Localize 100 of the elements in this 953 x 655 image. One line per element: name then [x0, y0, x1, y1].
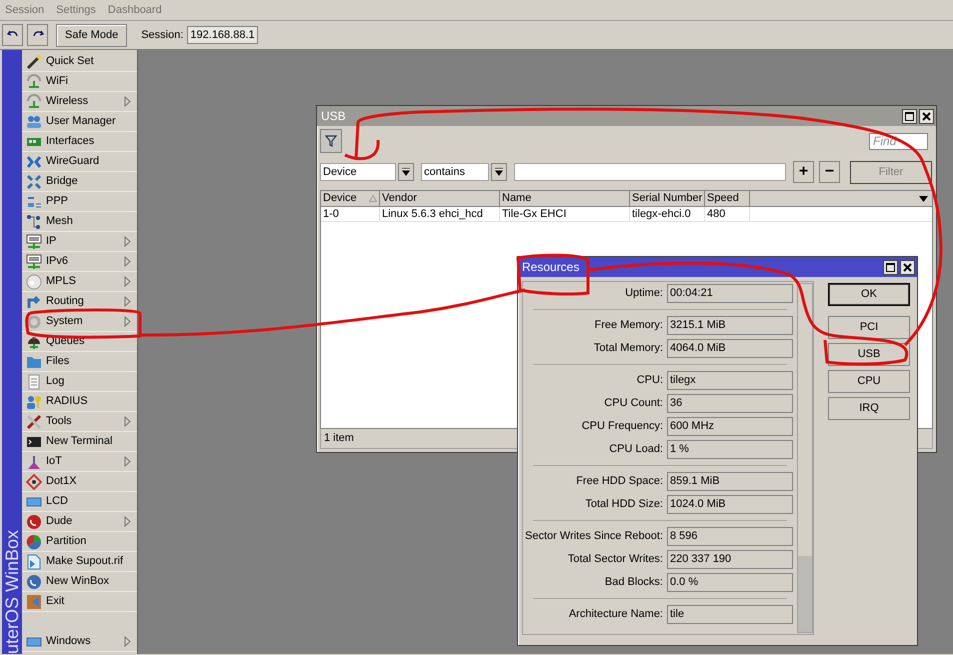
users-icon	[26, 114, 42, 130]
sidebar-item[interactable]: Interfaces	[22, 132, 137, 152]
value-field: 859.1 MiB	[667, 472, 793, 491]
user-key-icon	[26, 394, 42, 410]
antenna-icon	[26, 454, 42, 470]
field-label: CPU Count:	[603, 396, 663, 412]
sidebar-item[interactable]: User Manager	[22, 112, 137, 132]
sidebar-item[interactable]: Partition	[22, 532, 137, 552]
arrows-icon	[26, 174, 42, 190]
sidebar-item[interactable]: New Terminal	[22, 432, 137, 452]
target-icon	[26, 474, 42, 490]
maximize-icon	[905, 112, 914, 120]
field-label: Free HDD Space:	[575, 474, 663, 490]
sidebar-item[interactable]: Routing	[22, 292, 137, 312]
antenna-icon	[26, 74, 42, 90]
sidebar-item[interactable]: System	[22, 312, 137, 332]
value-field: 600 MHz	[667, 417, 793, 436]
safe-mode-button[interactable]: Safe Mode	[56, 24, 128, 46]
file-icon	[26, 554, 42, 570]
close-button[interactable]	[900, 260, 915, 274]
sidebar-item[interactable]: Bridge	[22, 172, 137, 192]
sidebar-item[interactable]: IPv6	[22, 252, 137, 272]
dialog-button[interactable]: USB	[828, 343, 910, 366]
sidebar-item[interactable]: MPLS	[22, 272, 137, 292]
value-field: 36	[667, 394, 793, 413]
column-header[interactable]: Device	[321, 191, 380, 207]
dialog-button[interactable]: PCI	[828, 316, 910, 339]
redo-button[interactable]	[27, 24, 48, 46]
sidebar-item[interactable]: LCD	[22, 492, 137, 512]
title-bar: Resources	[518, 257, 917, 277]
sidebar-item[interactable]: Dot1X	[22, 472, 137, 492]
field-label: Uptime:	[624, 286, 663, 302]
field-label: Bad Blocks:	[604, 575, 663, 590]
brand-text: uterOS WinBox	[2, 530, 22, 654]
value-field: tilegx	[667, 371, 793, 390]
column-header[interactable]: Serial Number	[630, 191, 705, 207]
table-cell: Tile-Gx EHCI	[500, 207, 630, 221]
close-button[interactable]	[919, 108, 934, 124]
table-cell: tilegx-ehci.0	[630, 207, 705, 221]
value-field: 00:04:21	[667, 284, 793, 303]
table-cell: 1-0	[321, 207, 380, 221]
exit-icon	[26, 594, 42, 610]
remove-button[interactable]: −	[819, 161, 840, 183]
ip-icon	[26, 234, 42, 250]
sidebar-item[interactable]: IP	[22, 232, 137, 252]
value-field: 1024.0 MiB	[667, 495, 793, 514]
sidebar-item[interactable]: Exit	[22, 592, 137, 612]
nodes-icon	[26, 214, 42, 230]
value-field: tile	[667, 605, 793, 624]
session-label: Session:	[141, 28, 184, 43]
maximize-button[interactable]	[902, 108, 917, 124]
dialog-button[interactable]: OK	[828, 283, 910, 306]
sidebar-item[interactable]: RADIUS	[22, 392, 137, 412]
column-header[interactable]: Vendor	[380, 191, 500, 207]
route-icon	[26, 294, 42, 310]
maximize-button[interactable]	[883, 260, 898, 274]
disc-icon	[26, 274, 42, 290]
field-label: Total HDD Size:	[584, 497, 663, 512]
close-icon	[922, 112, 931, 120]
filter-icon	[325, 135, 337, 147]
sidebar-item[interactable]: Make Supout.rif	[22, 552, 137, 572]
filter-value-field[interactable]	[514, 163, 786, 181]
filter-button[interactable]	[320, 129, 342, 153]
dropdown-arrow-icon	[495, 168, 503, 176]
sidebar-item[interactable]: Log	[22, 372, 137, 392]
undo-button[interactable]	[2, 24, 23, 46]
orb-icon	[26, 574, 42, 590]
ip-icon	[26, 254, 42, 270]
antenna-icon	[26, 94, 42, 110]
tools-icon	[26, 414, 42, 430]
dialog-button[interactable]: CPU	[828, 370, 910, 393]
pie-chart-icon	[26, 534, 42, 550]
table-cell: Linux 5.6.3 ehci_hcd	[380, 207, 500, 221]
sidebar-item[interactable]: PPP	[22, 192, 137, 212]
sidebar-item[interactable]: Tools	[22, 412, 137, 432]
value-field: 0.0 %	[667, 573, 793, 592]
sidebar-item[interactable]: New WinBox	[22, 572, 137, 592]
ball-icon	[26, 514, 42, 530]
sidebar-item[interactable]: WireGuard	[22, 152, 137, 172]
dropdown-arrow-icon	[402, 168, 410, 176]
scrollbar[interactable]	[797, 283, 813, 633]
sidebar-item[interactable]: Wireless	[22, 92, 137, 112]
sidebar-item[interactable]: Quick Set	[22, 52, 137, 72]
field-label: Architecture Name:	[568, 607, 663, 622]
column-header[interactable]: Speed	[705, 191, 750, 207]
sidebar-item[interactable]: IoT	[22, 452, 137, 472]
add-button[interactable]: +	[793, 161, 814, 183]
value-field: 4064.0 MiB	[667, 339, 793, 358]
document-icon	[26, 374, 42, 390]
sidebar-item[interactable]: Windows	[22, 632, 137, 652]
sidebar-item[interactable]: Dude	[22, 512, 137, 532]
session-field: 192.168.88.1	[187, 26, 258, 44]
dialog-button[interactable]: IRQ	[828, 397, 910, 420]
caret-icon	[918, 196, 928, 202]
field-label: CPU:	[636, 373, 663, 388]
value-field: 8 596	[667, 527, 793, 546]
sidebar-item[interactable]: Files	[22, 352, 137, 372]
column-header[interactable]: Name	[500, 191, 630, 207]
sidebar-item[interactable]: WiFi	[22, 72, 137, 92]
sidebar-item[interactable]: Mesh	[22, 212, 137, 232]
